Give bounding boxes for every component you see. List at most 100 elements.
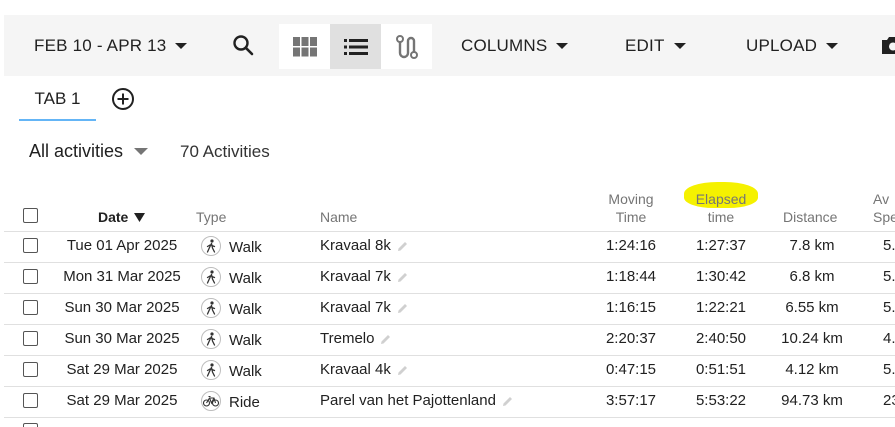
list-view-icon [343, 38, 368, 55]
tab-label: TAB 1 [34, 88, 81, 108]
row-elapsed-time: 1:30:42 [695, 268, 747, 285]
walk-icon [201, 298, 221, 318]
walk-icon [201, 267, 221, 287]
row-name-text: Kravaal 7k [320, 299, 391, 316]
row-type: Walk [229, 270, 262, 287]
row-type: Ride [229, 394, 260, 411]
row-moving-time: 3:57:17 [605, 392, 657, 409]
row-checkbox[interactable] [23, 269, 38, 284]
row-divider [4, 386, 895, 387]
row-name[interactable]: Kravaal 8k [320, 237, 408, 255]
search-icon[interactable] [231, 33, 255, 57]
row-date: Mon 31 Mar 2025 [63, 268, 181, 285]
row-divider [4, 355, 895, 356]
row-name[interactable]: Kravaal 7k [320, 268, 408, 286]
date-column-header[interactable]: Date [98, 208, 146, 226]
columns-menu-button[interactable]: COLUMNS [461, 36, 569, 56]
row-avg-speed: 5. [883, 268, 895, 285]
select-all-checkbox[interactable] [23, 208, 38, 223]
walk-icon [201, 360, 221, 380]
edit-label: EDIT [625, 36, 665, 55]
row-divider [4, 262, 895, 263]
row-moving-time: 2:20:37 [605, 330, 657, 347]
edit-menu-button[interactable]: EDIT [625, 36, 686, 56]
type-column-header[interactable]: Type [196, 208, 226, 226]
chevron-down-icon [175, 43, 188, 49]
sort-desc-icon [134, 213, 146, 222]
camera-icon[interactable] [880, 33, 895, 59]
grid-view-icon [292, 36, 317, 56]
row-elapsed-time: 0:51:51 [695, 361, 747, 378]
tab-1[interactable]: TAB 1 [19, 80, 96, 121]
avg-speed-column-header[interactable]: Av Spe [873, 190, 895, 226]
row-distance: 10.24 km [781, 330, 843, 347]
row-type: Walk [229, 332, 262, 349]
avg-speed-header-line1: Av [873, 191, 890, 207]
elapsed-time-column-header[interactable]: Elapsed time [688, 190, 754, 226]
row-distance: 7.8 km [789, 237, 835, 254]
row-elapsed-time: 2:40:50 [695, 330, 747, 347]
pencil-icon[interactable] [397, 272, 408, 283]
row-avg-speed: 5. [883, 299, 895, 316]
toolbar-left-edge [0, 15, 4, 76]
distance-column-header[interactable]: Distance [783, 208, 837, 226]
add-tab-icon[interactable] [111, 87, 135, 111]
row-name-text: Kravaal 4k [320, 361, 391, 378]
chevron-down-icon [826, 43, 839, 49]
moving-time-header-line2: Time [615, 209, 647, 225]
pencil-icon[interactable] [397, 241, 408, 252]
row-divider [4, 417, 895, 418]
row-elapsed-time: 1:22:21 [695, 299, 747, 316]
row-date: Sun 30 Mar 2025 [64, 330, 180, 347]
row-distance: 6.8 km [789, 268, 835, 285]
row-name-text: Kravaal 8k [320, 237, 391, 254]
row-name-text: Parel van het Pajottenland [320, 392, 496, 409]
row-name[interactable]: Tremelo [320, 330, 391, 348]
row-checkbox[interactable] [23, 423, 38, 427]
list-view-button[interactable] [330, 24, 381, 69]
toolbar-top-edge [0, 0, 895, 15]
date-header-label: Date [98, 209, 129, 225]
activity-filter-dropdown[interactable]: All activities [29, 141, 149, 162]
row-moving-time: 1:24:16 [605, 237, 657, 254]
row-divider [4, 293, 895, 294]
pencil-icon[interactable] [397, 365, 408, 376]
view-mode-group [279, 24, 432, 69]
row-checkbox[interactable] [23, 300, 38, 315]
date-range-dropdown[interactable]: FEB 10 - APR 13 [34, 36, 188, 56]
row-moving-time: 1:18:44 [605, 268, 657, 285]
chevron-down-icon [134, 148, 149, 155]
row-name[interactable]: Kravaal 7k [320, 299, 408, 317]
row-name[interactable]: Kravaal 4k [320, 361, 408, 379]
elapsed-time-header-line1: Elapsed [695, 191, 747, 207]
row-date: Tue 01 Apr 2025 [66, 237, 178, 254]
row-moving-time: 0:47:15 [605, 361, 657, 378]
elapsed-time-header-line2: time [707, 209, 735, 225]
pencil-icon[interactable] [380, 334, 391, 345]
name-column-header[interactable]: Name [320, 208, 357, 226]
header-divider [4, 231, 895, 232]
upload-label: UPLOAD [746, 36, 818, 55]
row-name[interactable]: Parel van het Pajottenland [320, 392, 513, 410]
upload-menu-button[interactable]: UPLOAD [746, 36, 839, 56]
row-checkbox[interactable] [23, 362, 38, 377]
row-avg-speed: 5. [883, 237, 895, 254]
moving-time-column-header[interactable]: Moving Time [598, 190, 664, 226]
row-moving-time: 1:16:15 [605, 299, 657, 316]
row-distance: 6.55 km [785, 299, 839, 316]
row-date: Sat 29 Mar 2025 [66, 392, 178, 409]
pencil-icon[interactable] [397, 303, 408, 314]
grid-view-button[interactable] [279, 24, 330, 69]
row-distance: 94.73 km [781, 392, 843, 409]
row-checkbox[interactable] [23, 393, 38, 408]
pencil-icon[interactable] [502, 396, 513, 407]
row-type: Walk [229, 239, 262, 256]
route-view-button[interactable] [381, 24, 432, 69]
row-type: Walk [229, 363, 262, 380]
row-checkbox[interactable] [23, 238, 38, 253]
columns-label: COLUMNS [461, 36, 548, 55]
row-checkbox[interactable] [23, 331, 38, 346]
activity-filter-label: All activities [29, 141, 124, 161]
row-date: Sun 30 Mar 2025 [64, 299, 180, 316]
row-name-text: Kravaal 7k [320, 268, 391, 285]
